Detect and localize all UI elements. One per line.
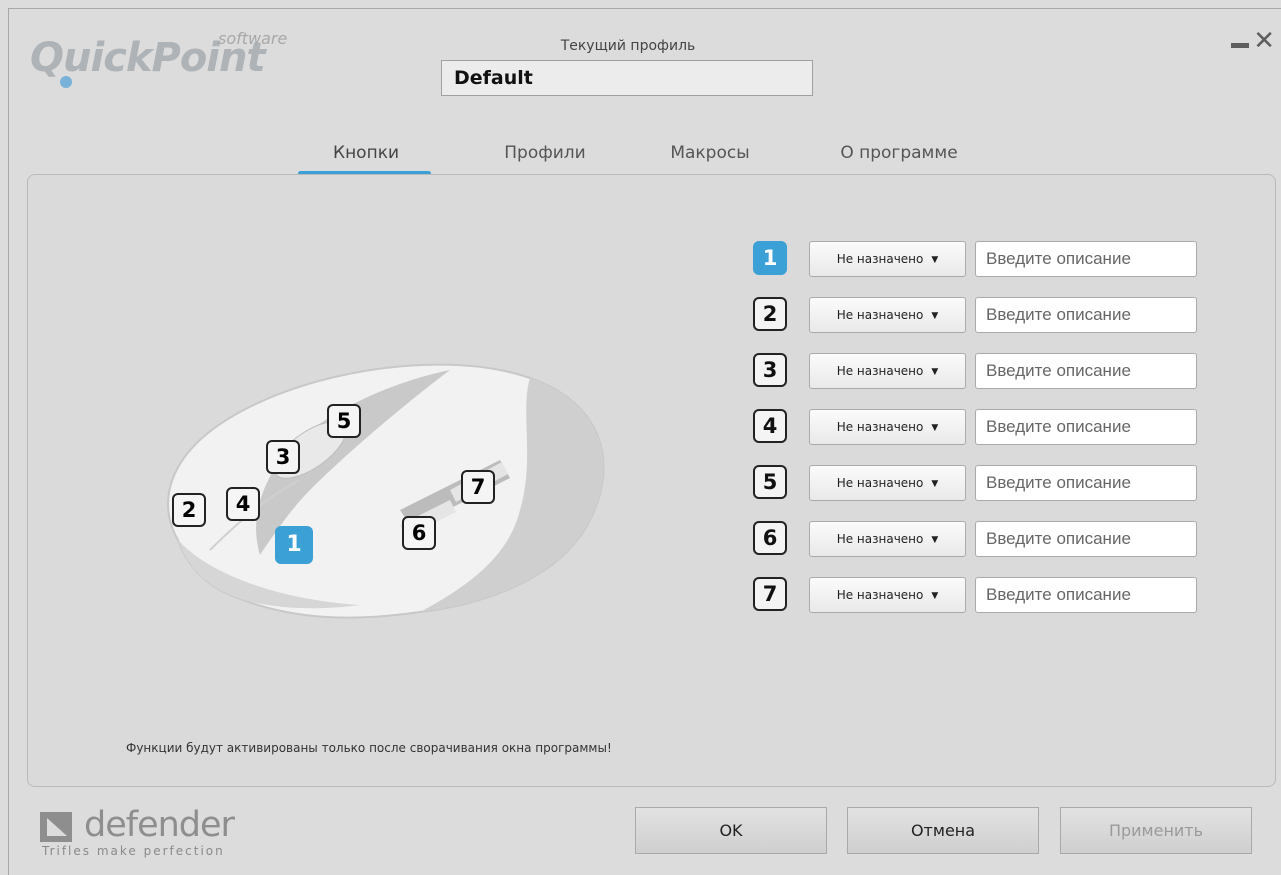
mouse-marker-3[interactable]: 3 xyxy=(266,440,300,474)
marker-label: 7 xyxy=(470,475,486,499)
button-number-badge[interactable]: 4 xyxy=(753,409,787,443)
button-number-badge[interactable]: 2 xyxy=(753,297,787,331)
description-input[interactable] xyxy=(975,465,1197,501)
current-profile-label: Текущий профиль xyxy=(560,38,696,54)
tab-buttons[interactable]: Кнопки xyxy=(333,143,399,163)
assignment-dropdown[interactable]: Не назначено ▼ xyxy=(809,521,966,557)
assignment-dropdown[interactable]: Не назначено ▼ xyxy=(809,297,966,333)
mouse-marker-2[interactable]: 2 xyxy=(172,493,206,527)
description-input[interactable] xyxy=(975,521,1197,557)
tab-profiles[interactable]: Профили xyxy=(500,143,590,163)
logo-subtitle: software xyxy=(218,29,288,48)
mouse-marker-6[interactable]: 6 xyxy=(402,516,436,550)
logo-cursor-icon xyxy=(60,76,72,88)
mouse-marker-4[interactable]: 4 xyxy=(226,487,260,521)
assignment-dropdown[interactable]: Не назначено ▼ xyxy=(809,465,966,501)
chevron-down-icon: ▼ xyxy=(931,422,939,433)
assignment-value: Не назначено xyxy=(836,308,924,322)
defender-logo: defender Trifles make perfection xyxy=(40,806,235,858)
button-number-badge[interactable]: 7 xyxy=(753,577,787,611)
mouse-marker-1[interactable]: 1 xyxy=(275,526,313,564)
activation-note: Функции будут активированы только после … xyxy=(126,741,612,755)
assignment-value: Не назначено xyxy=(836,252,924,266)
marker-label: 5 xyxy=(336,409,352,433)
button-number-badge[interactable]: 6 xyxy=(753,521,787,555)
brand-tagline: Trifles make perfection xyxy=(42,844,225,858)
cancel-button[interactable]: Отмена xyxy=(847,807,1039,854)
tab-about[interactable]: О программе xyxy=(834,143,964,163)
close-icon[interactable]: ✕ xyxy=(1253,28,1275,54)
mouse-illustration xyxy=(166,363,605,619)
button-number-badge[interactable]: 5 xyxy=(753,465,787,499)
assignment-dropdown[interactable]: Не назначено ▼ xyxy=(809,241,966,277)
apply-button[interactable]: Применить xyxy=(1060,807,1252,854)
marker-label: 2 xyxy=(181,498,197,522)
current-profile-field[interactable]: Default xyxy=(441,60,813,96)
assignment-value: Не назначено xyxy=(836,532,924,546)
mouse-marker-7[interactable]: 7 xyxy=(461,470,495,504)
description-input[interactable] xyxy=(975,353,1197,389)
assignment-value: Не назначено xyxy=(836,588,924,602)
chevron-down-icon: ▼ xyxy=(931,310,939,321)
marker-label: 4 xyxy=(235,492,251,516)
marker-label: 6 xyxy=(411,521,427,545)
assignment-value: Не назначено xyxy=(836,420,924,434)
chevron-down-icon: ▼ xyxy=(931,366,939,377)
description-input[interactable] xyxy=(975,409,1197,445)
assignment-dropdown[interactable]: Не назначено ▼ xyxy=(809,353,966,389)
ok-button[interactable]: OK xyxy=(635,807,827,854)
defender-mark-icon xyxy=(40,812,72,842)
chevron-down-icon: ▼ xyxy=(931,478,939,489)
quickpoint-logo: QuickPoint software xyxy=(30,29,287,88)
button-number-badge[interactable]: 1 xyxy=(753,241,787,275)
description-input[interactable] xyxy=(975,577,1197,613)
window-controls: ✕ xyxy=(1231,28,1275,54)
mouse-marker-5[interactable]: 5 xyxy=(327,404,361,438)
marker-label: 1 xyxy=(286,532,302,557)
chevron-down-icon: ▼ xyxy=(931,534,939,545)
marker-label: 3 xyxy=(275,445,291,469)
tab-macros[interactable]: Макросы xyxy=(660,143,760,163)
assignment-dropdown[interactable]: Не назначено ▼ xyxy=(809,577,966,613)
minimize-icon[interactable] xyxy=(1231,43,1250,48)
assignment-dropdown[interactable]: Не назначено ▼ xyxy=(809,409,966,445)
chevron-down-icon: ▼ xyxy=(931,590,939,601)
description-input[interactable] xyxy=(975,241,1197,277)
chevron-down-icon: ▼ xyxy=(931,254,939,265)
description-input[interactable] xyxy=(975,297,1197,333)
assignment-value: Не назначено xyxy=(836,364,924,378)
assignment-value: Не назначено xyxy=(836,476,924,490)
button-number-badge[interactable]: 3 xyxy=(753,353,787,387)
